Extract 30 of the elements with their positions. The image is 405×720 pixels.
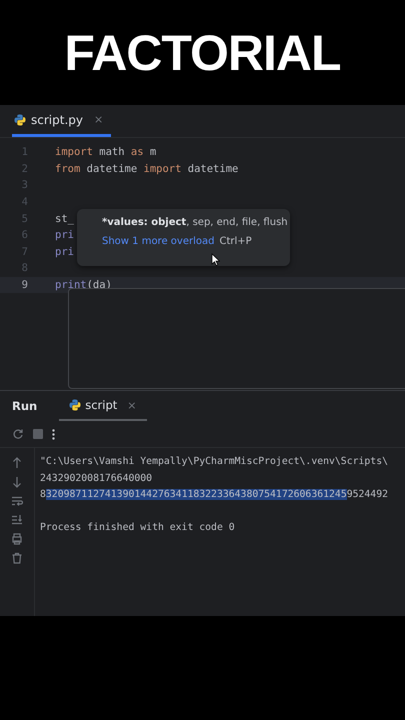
shortcut-text: Ctrl+P [219, 236, 252, 247]
close-icon[interactable]: × [94, 113, 104, 126]
trash-icon[interactable] [11, 552, 23, 564]
file-tab[interactable]: script.py × [12, 105, 112, 137]
code-line: pri [55, 229, 74, 242]
arrow-down-icon[interactable] [11, 476, 23, 488]
rerun-icon[interactable] [12, 428, 24, 440]
print-icon[interactable] [11, 533, 23, 545]
soft-wrap-icon[interactable] [11, 495, 23, 507]
output-line: 83209871127413901442763411832233643807541726063612459524492 [40, 489, 390, 502]
code-line: st_ [55, 212, 74, 225]
arrow-up-icon[interactable] [11, 457, 23, 469]
output-line: Process finished with exit code 0 [40, 522, 236, 536]
scroll-to-end-icon[interactable] [11, 514, 23, 526]
python-icon [69, 399, 82, 411]
overload-link[interactable]: Show 1 more overload [102, 236, 214, 247]
output-line: "C:\Users\Vamshi Yempally\PyCharmMiscProject\.venv\Scripts\ [40, 456, 389, 469]
output-line: 2432902008176640000 [40, 472, 154, 486]
panel-title: Run [12, 399, 38, 413]
close-icon[interactable]: × [127, 398, 136, 412]
code-line: import math as m [55, 146, 156, 158]
banner-title: FACTORIAL [64, 24, 341, 82]
line-number: 9 [20, 279, 28, 292]
more-icon[interactable] [52, 428, 55, 440]
code-line: pri [55, 246, 74, 258]
signature-text: *values: object, sep, end, file, flush [102, 217, 289, 228]
code-line: from datetime import datetime [55, 162, 238, 175]
run-tab[interactable]: script × [59, 391, 146, 421]
mouse-pointer-icon [211, 253, 220, 266]
python-icon [14, 114, 26, 126]
